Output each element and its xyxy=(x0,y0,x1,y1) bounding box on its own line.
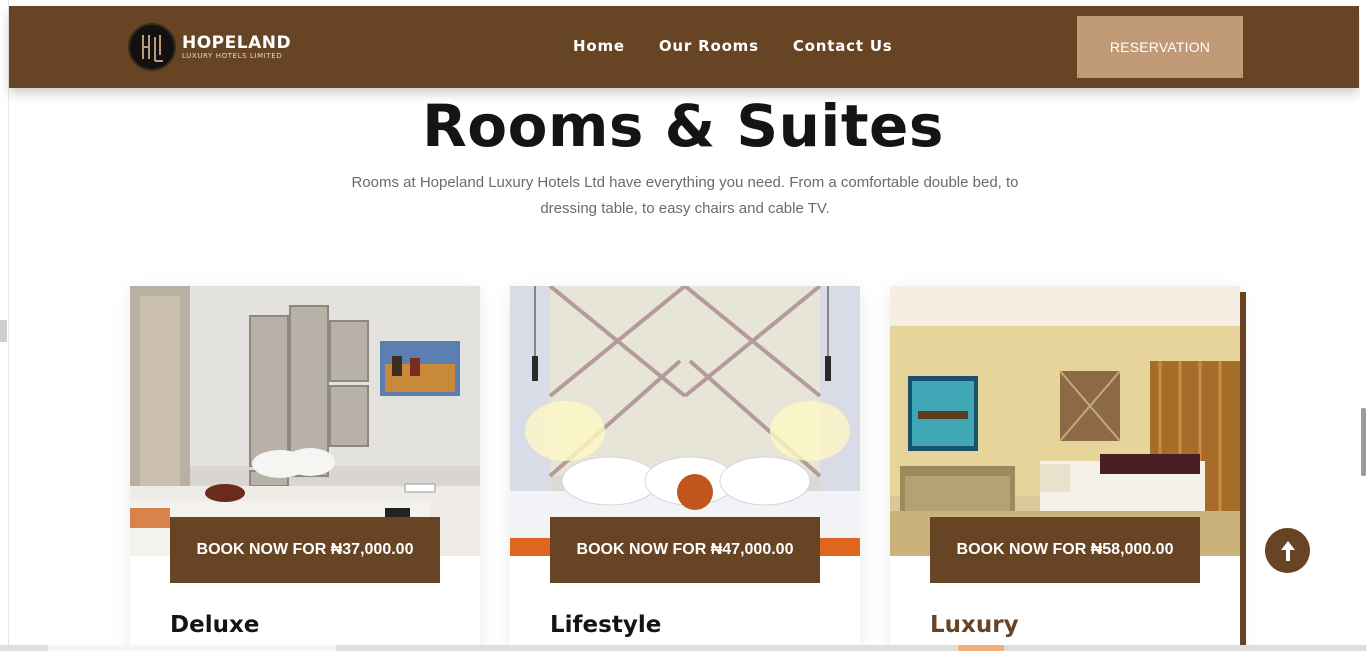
reservation-button[interactable]: RESERVATION xyxy=(1077,16,1243,78)
bottom-strip-segment xyxy=(48,645,336,651)
room-card-lifestyle[interactable]: BOOK NOW FOR ₦47,000.00 Lifestyle xyxy=(510,286,860,651)
intro-text: Rooms at Hopeland Luxury Hotels Ltd have… xyxy=(351,174,1019,217)
arrow-up-icon xyxy=(1280,540,1295,561)
book-now-button-lifestyle[interactable]: BOOK NOW FOR ₦47,000.00 xyxy=(550,517,820,583)
left-edge-notch xyxy=(0,320,7,342)
room-photo-lifestyle[interactable] xyxy=(510,286,860,556)
nav-contact-us-link[interactable]: Contact Us xyxy=(793,37,893,55)
room-name-lifestyle[interactable]: Lifestyle xyxy=(550,612,661,638)
room-name-luxury[interactable]: Luxury xyxy=(930,612,1019,638)
logo-text: HOPELAND LUXURY HOTELS LIMITED xyxy=(182,34,291,61)
scroll-to-top-button[interactable] xyxy=(1265,528,1310,573)
bottom-strip xyxy=(0,645,1366,651)
bottom-strip-highlight xyxy=(958,645,1004,651)
logo-title: HOPELAND xyxy=(182,32,292,53)
scrollbar-thumb[interactable] xyxy=(1361,408,1366,476)
nav-our-rooms-link[interactable]: Our Rooms xyxy=(659,37,759,55)
room-name-deluxe[interactable]: Deluxe xyxy=(170,612,259,638)
nav-home-link[interactable]: Home xyxy=(573,37,625,55)
page-title: Rooms & Suites xyxy=(422,92,944,160)
main-nav: Home Our Rooms Contact Us xyxy=(573,37,893,55)
logo-subtitle: LUXURY HOTELS LIMITED xyxy=(182,51,283,60)
site-header: HOPELAND LUXURY HOTELS LIMITED Home Our … xyxy=(9,6,1359,88)
room-photo-deluxe[interactable] xyxy=(130,286,480,556)
hopeland-monogram-icon xyxy=(128,23,176,71)
room-card-deluxe[interactable]: BOOK NOW FOR ₦37,000.00 Deluxe xyxy=(130,286,480,651)
book-now-button-luxury[interactable]: BOOK NOW FOR ₦58,000.00 xyxy=(930,517,1200,583)
book-now-button-deluxe[interactable]: BOOK NOW FOR ₦37,000.00 xyxy=(170,517,440,583)
site-logo[interactable]: HOPELAND LUXURY HOTELS LIMITED xyxy=(128,23,291,71)
room-photo-luxury[interactable] xyxy=(890,286,1240,556)
page-scrollbar[interactable] xyxy=(1360,0,1366,651)
room-card-luxury[interactable]: BOOK NOW FOR ₦58,000.00 Luxury xyxy=(890,286,1240,651)
